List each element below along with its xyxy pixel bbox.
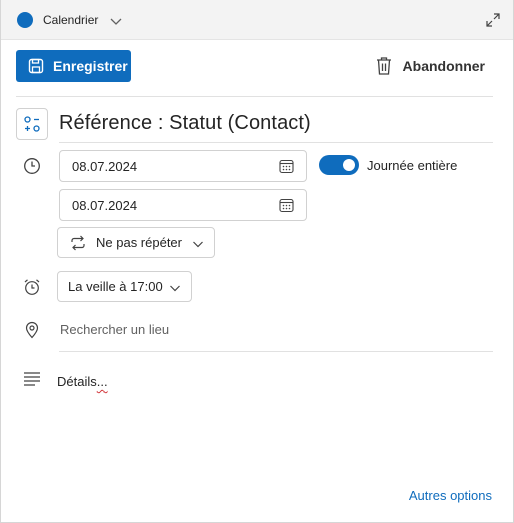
- chevron-down-icon: [193, 241, 203, 248]
- category-icon: [24, 116, 40, 132]
- details-label: Détails: [57, 374, 97, 389]
- text-lines-icon: [24, 372, 40, 386]
- save-button-label: Enregistrer: [53, 58, 128, 74]
- calendar-color-dot: [17, 12, 33, 28]
- discard-button-label: Abandonner: [402, 58, 485, 74]
- reminder-value: La veille à 17:00: [68, 279, 163, 294]
- location-underline: [59, 351, 493, 352]
- category-button[interactable]: [16, 108, 48, 140]
- panel-header: Calendrier: [1, 0, 513, 40]
- chevron-down-icon: [169, 285, 180, 292]
- all-day-toggle[interactable]: [319, 155, 359, 175]
- calendar-icon[interactable]: [279, 159, 294, 174]
- toggle-knob: [343, 159, 355, 171]
- trash-icon: [376, 57, 391, 75]
- toolbar-divider: [16, 96, 493, 97]
- save-icon: [28, 58, 44, 74]
- chevron-down-icon[interactable]: [109, 14, 123, 28]
- discard-button[interactable]: Abandonner: [375, 56, 485, 76]
- title-underline: [59, 142, 493, 143]
- event-compose-panel: Calendrier Enregistrer Abandonner Référe…: [0, 0, 514, 523]
- save-button[interactable]: Enregistrer: [16, 50, 131, 82]
- event-title-input[interactable]: Référence : Statut (Contact): [59, 112, 311, 135]
- start-date-field[interactable]: 08.07.2024: [59, 150, 307, 182]
- repeat-value: Ne pas répéter: [96, 235, 182, 250]
- start-date-value: 08.07.2024: [72, 158, 138, 174]
- end-date-field[interactable]: 08.07.2024: [59, 189, 307, 221]
- location-icon: [25, 321, 39, 339]
- repeat-dropdown[interactable]: Ne pas répéter: [57, 227, 215, 258]
- location-search-input[interactable]: Rechercher un lieu: [60, 322, 169, 337]
- alarm-icon: [24, 279, 40, 295]
- all-day-label: Journée entière: [367, 158, 458, 173]
- repeat-icon: [71, 235, 85, 251]
- calendar-picker-label[interactable]: Calendrier: [43, 13, 98, 27]
- details-editor[interactable]: Détails...: [57, 374, 108, 389]
- expand-icon[interactable]: [486, 13, 500, 27]
- end-date-value: 08.07.2024: [72, 197, 138, 213]
- more-options-link[interactable]: Autres options: [409, 488, 492, 503]
- clock-icon: [24, 158, 40, 174]
- details-ellipsis: ...: [96, 374, 108, 389]
- calendar-icon[interactable]: [279, 198, 294, 213]
- reminder-dropdown[interactable]: La veille à 17:00: [57, 271, 192, 302]
